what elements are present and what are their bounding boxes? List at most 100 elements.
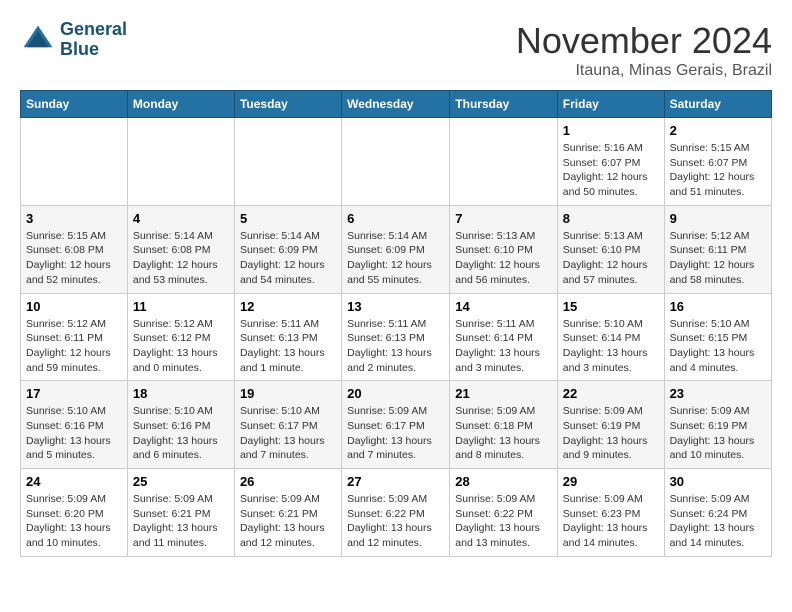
day-info: Sunrise: 5:09 AM Sunset: 6:18 PM Dayligh… [455, 404, 552, 463]
day-info: Sunrise: 5:09 AM Sunset: 6:17 PM Dayligh… [347, 404, 444, 463]
day-number: 3 [26, 211, 122, 226]
calendar-cell: 24 Sunrise: 5:09 AM Sunset: 6:20 PM Dayli… [21, 469, 128, 557]
calendar-cell: 23Sunrise: 5:09 AM Sunset: 6:19 PM Dayli… [664, 381, 771, 469]
location: Itauna, Minas Gerais, Brazil [516, 62, 772, 80]
day-number: 16 [670, 299, 766, 314]
calendar-table: SundayMondayTuesdayWednesdayThursdayFrid… [20, 90, 772, 557]
calendar-cell: 8 Sunrise: 5:13 AM Sunset: 6:10 PM Daylig… [557, 205, 664, 293]
day-info: Sunrise: 5:10 AM Sunset: 6:17 PM Dayligh… [240, 404, 336, 463]
calendar-week-4: 24 Sunrise: 5:09 AM Sunset: 6:20 PM Dayli… [21, 469, 772, 557]
day-info: Sunrise: 5:10 AM Sunset: 6:16 PM Dayligh… [26, 404, 122, 463]
calendar-week-2: 10 Sunrise: 5:12 AM Sunset: 6:11 PM Dayli… [21, 293, 772, 381]
calendar-cell: 5Sunrise: 5:14 AM Sunset: 6:09 PM Daylig… [234, 205, 341, 293]
day-info: Sunrise: 5:16 AM Sunset: 6:07 PM Dayligh… [563, 141, 659, 200]
title-block: November 2024 Itauna, Minas Gerais, Braz… [516, 20, 772, 80]
day-info: Sunrise: 5:09 AM Sunset: 6:23 PM Dayligh… [563, 492, 659, 551]
day-info: Sunrise: 5:14 AM Sunset: 6:09 PM Dayligh… [347, 229, 444, 288]
day-number: 19 [240, 386, 336, 401]
calendar-cell: 13 Sunrise: 5:11 AM Sunset: 6:13 PM Dayli… [342, 293, 450, 381]
day-info: Sunrise: 5:12 AM Sunset: 6:12 PM Dayligh… [133, 317, 229, 376]
day-info: Sunrise: 5:09 AM Sunset: 6:19 PM Dayligh… [563, 404, 659, 463]
calendar-cell: 14 Sunrise: 5:11 AM Sunset: 6:14 PM Dayli… [450, 293, 558, 381]
day-number: 20 [347, 386, 444, 401]
header-day-saturday: Saturday [664, 91, 771, 118]
day-info: Sunrise: 5:11 AM Sunset: 6:13 PM Dayligh… [347, 317, 444, 376]
day-number: 15 [563, 299, 659, 314]
day-info: Sunrise: 5:09 AM Sunset: 6:21 PM Dayligh… [133, 492, 229, 551]
calendar-cell: 7 Sunrise: 5:13 AM Sunset: 6:10 PM Daylig… [450, 205, 558, 293]
calendar-cell: 29 Sunrise: 5:09 AM Sunset: 6:23 PM Dayli… [557, 469, 664, 557]
calendar-cell: 9Sunrise: 5:12 AM Sunset: 6:11 PM Daylig… [664, 205, 771, 293]
day-info: Sunrise: 5:14 AM Sunset: 6:09 PM Dayligh… [240, 229, 336, 288]
day-number: 10 [26, 299, 122, 314]
calendar-cell: 19 Sunrise: 5:10 AM Sunset: 6:17 PM Dayli… [234, 381, 341, 469]
day-number: 26 [240, 474, 336, 489]
day-info: Sunrise: 5:11 AM Sunset: 6:13 PM Dayligh… [240, 317, 336, 376]
header-day-tuesday: Tuesday [234, 91, 341, 118]
calendar-cell: 21 Sunrise: 5:09 AM Sunset: 6:18 PM Dayli… [450, 381, 558, 469]
day-info: Sunrise: 5:09 AM Sunset: 6:20 PM Dayligh… [26, 492, 122, 551]
calendar-cell [21, 118, 128, 206]
header-day-sunday: Sunday [21, 91, 128, 118]
day-info: Sunrise: 5:13 AM Sunset: 6:10 PM Dayligh… [455, 229, 552, 288]
day-number: 14 [455, 299, 552, 314]
day-number: 27 [347, 474, 444, 489]
calendar-cell: 3 Sunrise: 5:15 AM Sunset: 6:08 PM Daylig… [21, 205, 128, 293]
day-number: 28 [455, 474, 552, 489]
header-day-friday: Friday [557, 91, 664, 118]
day-number: 7 [455, 211, 552, 226]
calendar-week-0: 1Sunrise: 5:16 AM Sunset: 6:07 PM Daylig… [21, 118, 772, 206]
day-number: 8 [563, 211, 659, 226]
calendar-header: SundayMondayTuesdayWednesdayThursdayFrid… [21, 91, 772, 118]
calendar-cell: 2 Sunrise: 5:15 AM Sunset: 6:07 PM Daylig… [664, 118, 771, 206]
day-number: 25 [133, 474, 229, 489]
page-header: General Blue November 2024 Itauna, Minas… [20, 20, 772, 80]
header-day-thursday: Thursday [450, 91, 558, 118]
day-info: Sunrise: 5:09 AM Sunset: 6:22 PM Dayligh… [455, 492, 552, 551]
day-info: Sunrise: 5:09 AM Sunset: 6:21 PM Dayligh… [240, 492, 336, 551]
logo-icon [20, 22, 56, 58]
day-info: Sunrise: 5:15 AM Sunset: 6:08 PM Dayligh… [26, 229, 122, 288]
day-info: Sunrise: 5:10 AM Sunset: 6:15 PM Dayligh… [670, 317, 766, 376]
day-info: Sunrise: 5:10 AM Sunset: 6:14 PM Dayligh… [563, 317, 659, 376]
header-row: SundayMondayTuesdayWednesdayThursdayFrid… [21, 91, 772, 118]
day-number: 18 [133, 386, 229, 401]
day-info: Sunrise: 5:15 AM Sunset: 6:07 PM Dayligh… [670, 141, 766, 200]
day-number: 13 [347, 299, 444, 314]
calendar-cell: 30 Sunrise: 5:09 AM Sunset: 6:24 PM Dayli… [664, 469, 771, 557]
calendar-cell: 11 Sunrise: 5:12 AM Sunset: 6:12 PM Dayli… [127, 293, 234, 381]
day-number: 24 [26, 474, 122, 489]
calendar-cell: 4 Sunrise: 5:14 AM Sunset: 6:08 PM Daylig… [127, 205, 234, 293]
day-number: 2 [670, 123, 766, 138]
day-info: Sunrise: 5:09 AM Sunset: 6:24 PM Dayligh… [670, 492, 766, 551]
calendar-cell: 25 Sunrise: 5:09 AM Sunset: 6:21 PM Dayli… [127, 469, 234, 557]
calendar-cell: 6 Sunrise: 5:14 AM Sunset: 6:09 PM Daylig… [342, 205, 450, 293]
calendar-cell: 28 Sunrise: 5:09 AM Sunset: 6:22 PM Dayli… [450, 469, 558, 557]
day-info: Sunrise: 5:13 AM Sunset: 6:10 PM Dayligh… [563, 229, 659, 288]
day-info: Sunrise: 5:14 AM Sunset: 6:08 PM Dayligh… [133, 229, 229, 288]
logo: General Blue [20, 20, 127, 60]
day-number: 21 [455, 386, 552, 401]
calendar-cell: 10 Sunrise: 5:12 AM Sunset: 6:11 PM Dayli… [21, 293, 128, 381]
day-number: 29 [563, 474, 659, 489]
day-info: Sunrise: 5:11 AM Sunset: 6:14 PM Dayligh… [455, 317, 552, 376]
day-number: 9 [670, 211, 766, 226]
logo-text: General Blue [60, 20, 127, 60]
calendar-cell [234, 118, 341, 206]
calendar-cell: 20 Sunrise: 5:09 AM Sunset: 6:17 PM Dayli… [342, 381, 450, 469]
day-number: 30 [670, 474, 766, 489]
calendar-week-1: 3 Sunrise: 5:15 AM Sunset: 6:08 PM Daylig… [21, 205, 772, 293]
header-day-monday: Monday [127, 91, 234, 118]
calendar-cell: 16 Sunrise: 5:10 AM Sunset: 6:15 PM Dayli… [664, 293, 771, 381]
calendar-cell [127, 118, 234, 206]
calendar-cell: 27Sunrise: 5:09 AM Sunset: 6:22 PM Dayli… [342, 469, 450, 557]
day-info: Sunrise: 5:12 AM Sunset: 6:11 PM Dayligh… [26, 317, 122, 376]
calendar-cell: 26 Sunrise: 5:09 AM Sunset: 6:21 PM Dayli… [234, 469, 341, 557]
calendar-cell: 22Sunrise: 5:09 AM Sunset: 6:19 PM Dayli… [557, 381, 664, 469]
day-number: 6 [347, 211, 444, 226]
calendar-cell [342, 118, 450, 206]
day-number: 11 [133, 299, 229, 314]
calendar-body: 1Sunrise: 5:16 AM Sunset: 6:07 PM Daylig… [21, 118, 772, 557]
day-number: 4 [133, 211, 229, 226]
day-number: 12 [240, 299, 336, 314]
